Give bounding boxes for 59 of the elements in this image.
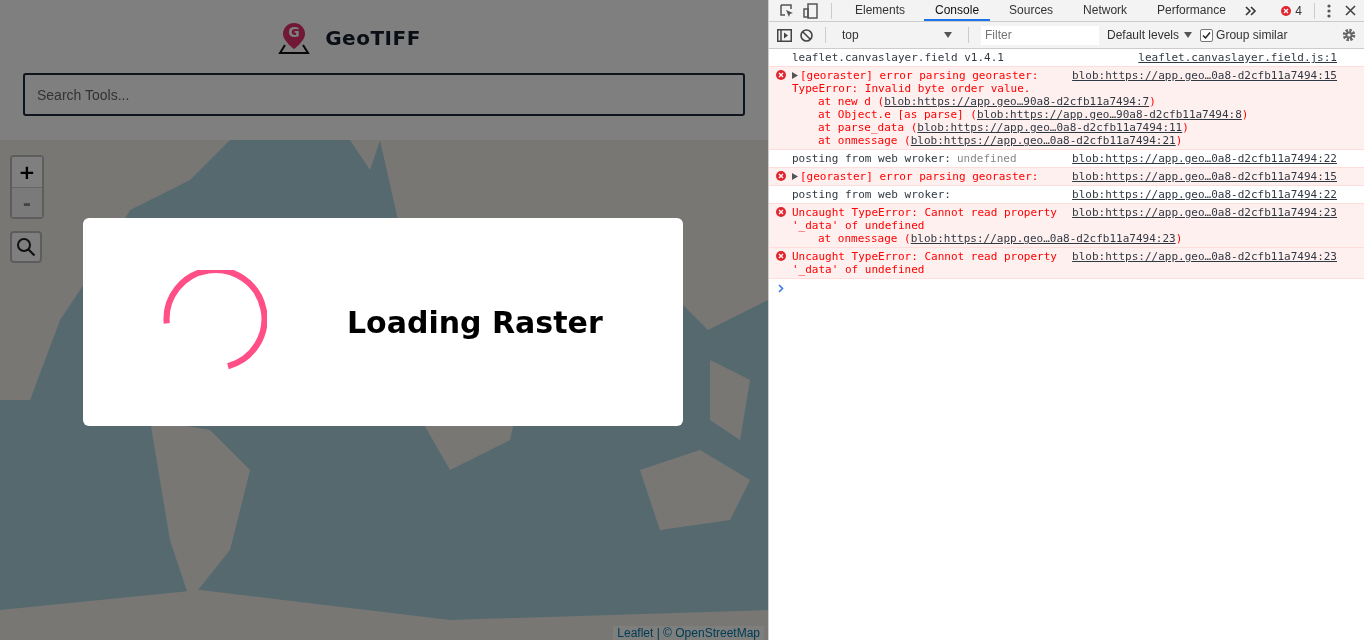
error-icon	[775, 207, 786, 217]
message-text: Uncaught TypeError: Cannot read property '_data' of undefined	[792, 250, 1058, 276]
stack-line: at parse_data (blob:https://app.geo…0a8-d2cfb11a7494:11)	[817, 121, 1190, 134]
message-value: undefined	[956, 152, 1017, 165]
stack-link[interactable]: blob:https://app.geo…90a8-d2cfb11a7494:8	[976, 108, 1242, 121]
source-link[interactable]: blob:https://app.geo…0a8-d2cfb11a7494:22	[1072, 152, 1337, 165]
error-icon	[775, 251, 786, 261]
search-icon	[16, 237, 36, 257]
filter-field[interactable]: Filter	[981, 25, 1099, 45]
clear-console-icon[interactable]	[800, 28, 813, 42]
error-count[interactable]: 4	[1295, 3, 1302, 18]
stack-line: at onmessage (blob:https://app.geo…0a8-d2cfb11a7494:23)	[817, 232, 1184, 245]
stack-link[interactable]: blob:https://app.geo…90a8-d2cfb11a7494:7	[884, 95, 1150, 108]
source-link[interactable]: leaflet.canvaslayer.field.js:1	[1138, 51, 1337, 64]
devtools-tab[interactable]: Sources	[998, 0, 1065, 21]
app-title: GeoTIFF	[325, 26, 421, 50]
error-icon	[775, 171, 786, 181]
error-detail: TypeError: Invalid byte order value.	[791, 82, 1032, 95]
expand-arrow-icon[interactable]	[792, 173, 798, 180]
devtools-tab[interactable]: Performance	[1146, 0, 1237, 21]
source-link[interactable]: blob:https://app.geo…0a8-d2cfb11a7494:15	[1072, 69, 1337, 82]
source-link[interactable]: blob:https://app.geo…0a8-d2cfb11a7494:23	[1072, 250, 1337, 263]
message-text: posting from web wroker:	[792, 188, 951, 201]
menu-icon[interactable]	[1327, 3, 1331, 18]
devtools-tab[interactable]: Elements	[844, 0, 917, 21]
more-tabs-icon[interactable]	[1244, 4, 1257, 17]
stack-line: at Object.e [as parse] (blob:https://app.geo…90a8-d2cfb11a7494:8)	[817, 108, 1250, 121]
error-icon	[775, 70, 786, 80]
group-similar-label: Group similar	[1216, 28, 1288, 42]
stack-line: at onmessage (blob:https://app.geo…0a8-d2cfb11a7494:21)	[817, 134, 1184, 147]
search-field[interactable]: Search Tools...	[23, 73, 745, 116]
expand-arrow-icon[interactable]	[792, 72, 798, 79]
map-attribution: Leaflet | © OpenStreetMap	[613, 626, 764, 640]
devtools-tab[interactable]: Network	[1072, 0, 1139, 21]
stack-link[interactable]: blob:https://app.geo…0a8-d2cfb11a7494:21	[910, 134, 1176, 147]
message-text: [georaster] error parsing georaster:	[800, 69, 1039, 82]
loading-text: Loading Raster	[347, 304, 603, 340]
error-icon	[1281, 5, 1292, 16]
source-link[interactable]: blob:https://app.geo…0a8-d2cfb11a7494:23	[1072, 206, 1337, 219]
settings-icon[interactable]	[1342, 28, 1356, 42]
search-button[interactable]	[10, 231, 42, 263]
message-text: [georaster] error parsing georaster:	[800, 170, 1039, 183]
inspect-icon[interactable]	[779, 2, 795, 19]
caret-icon	[944, 32, 952, 38]
levels-dropdown[interactable]: Default levels	[1107, 28, 1193, 42]
device-icon[interactable]	[803, 2, 819, 19]
prompt-icon[interactable]	[778, 284, 784, 293]
source-link[interactable]: blob:https://app.geo…0a8-d2cfb11a7494:22	[1072, 188, 1337, 201]
sidebar-toggle-icon[interactable]	[777, 28, 792, 42]
close-icon[interactable]	[1345, 5, 1356, 16]
stack-link[interactable]: blob:https://app.geo…0a8-d2cfb11a7494:23	[910, 232, 1176, 245]
group-similar-checkbox[interactable]	[1200, 28, 1214, 42]
stack-link[interactable]: blob:https://app.geo…0a8-d2cfb11a7494:11	[917, 121, 1183, 134]
stack-line: at new d (blob:https://app.geo…90a8-d2cfb11a7494:7)	[817, 95, 1157, 108]
message-text: posting from web wroker:	[792, 152, 951, 165]
caret-icon	[1184, 32, 1193, 38]
source-link[interactable]: blob:https://app.geo…0a8-d2cfb11a7494:15	[1072, 170, 1337, 183]
message-text: leaflet.canvaslayer.field v1.4.1	[792, 51, 1004, 64]
context-select[interactable]: top	[838, 28, 956, 42]
